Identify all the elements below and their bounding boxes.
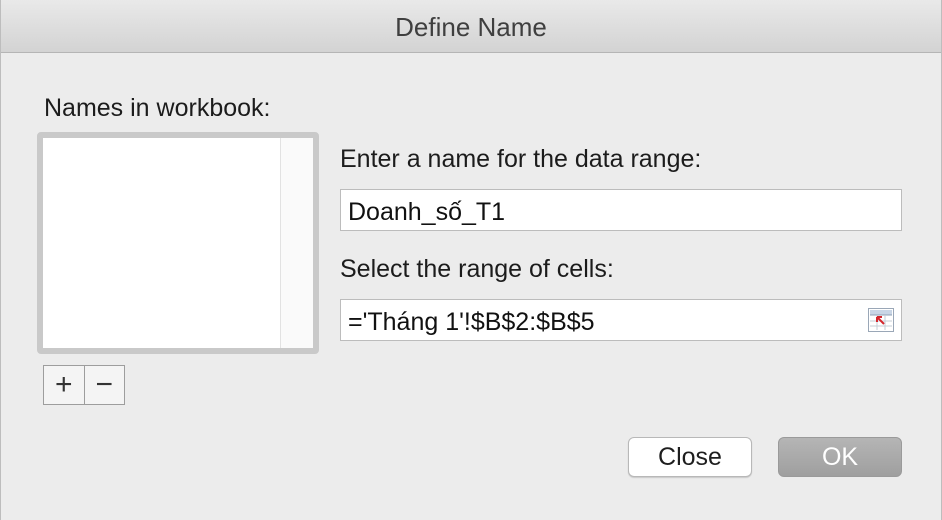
close-button[interactable]: Close bbox=[628, 437, 752, 477]
names-list-scrollbar[interactable] bbox=[280, 138, 313, 348]
name-field-label: Enter a name for the data range: bbox=[340, 145, 702, 173]
names-list[interactable] bbox=[37, 132, 319, 354]
name-input-value: Doanh_số_T1 bbox=[348, 198, 506, 226]
minus-icon: − bbox=[95, 368, 114, 401]
title-bar[interactable]: Define Name bbox=[1, 0, 941, 53]
remove-name-button[interactable]: − bbox=[83, 366, 125, 404]
add-name-button[interactable]: + bbox=[44, 366, 84, 404]
add-remove-buttons: + − bbox=[43, 365, 125, 405]
range-field-label: Select the range of cells: bbox=[340, 255, 614, 283]
range-select-icon[interactable] bbox=[868, 308, 894, 332]
dialog-title: Define Name bbox=[395, 12, 547, 42]
plus-icon: + bbox=[54, 368, 73, 401]
define-name-dialog: Define Name Names in workbook: + − Enter… bbox=[0, 0, 942, 520]
range-input[interactable]: ='Tháng 1'!$B$2:$B$5 bbox=[340, 299, 902, 341]
range-input-value: ='Tháng 1'!$B$2:$B$5 bbox=[348, 308, 595, 336]
ok-button[interactable]: OK bbox=[778, 437, 902, 477]
name-input[interactable]: Doanh_số_T1 bbox=[340, 189, 902, 231]
names-in-workbook-label: Names in workbook: bbox=[44, 94, 271, 122]
